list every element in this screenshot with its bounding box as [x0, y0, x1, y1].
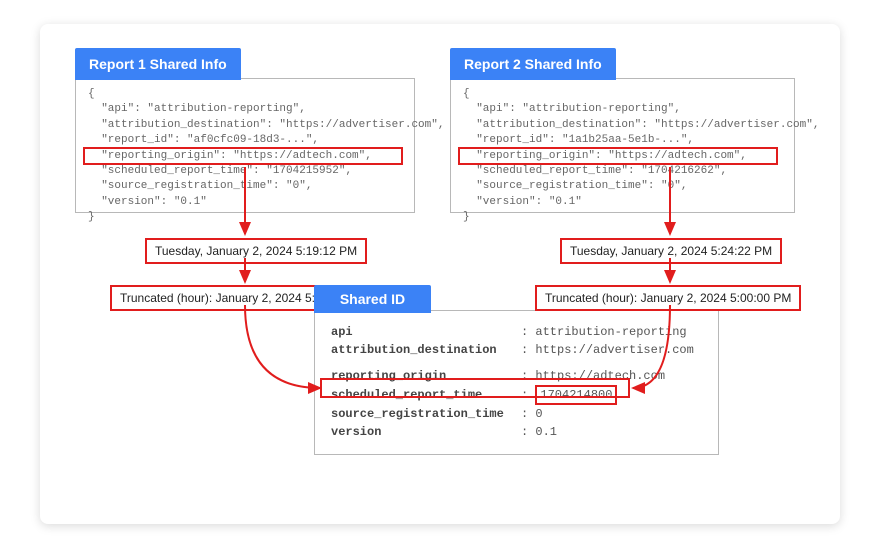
- report2-highlight: [458, 147, 778, 165]
- code-line: }: [88, 211, 95, 223]
- code-line: "source_registration_time": "0",: [88, 180, 312, 192]
- code-line: "report_id": "1a1b25aa-5e1b-...",: [463, 134, 694, 146]
- code-line: "attribution_destination": "https://adve…: [463, 119, 819, 131]
- code-line: "api": "attribution-reporting",: [463, 103, 681, 115]
- code-line: "api": "attribution-reporting",: [88, 103, 306, 115]
- report1-datetime: Tuesday, January 2, 2024 5:19:12 PM: [145, 238, 367, 264]
- shared-val: 0: [535, 407, 542, 421]
- code-line: {: [88, 88, 95, 100]
- code-line: "scheduled_report_time": "1704215952",: [88, 165, 352, 177]
- colon: :: [521, 325, 528, 339]
- shared-key: version: [331, 423, 521, 441]
- code-line: "version": "0.1": [463, 196, 582, 208]
- shared-key: api: [331, 323, 521, 341]
- report2-truncated: Truncated (hour): January 2, 2024 5:00:0…: [535, 285, 801, 311]
- code-line: "report_id": "af0cfc09-18d3-...",: [88, 134, 319, 146]
- shared-tab: Shared ID: [314, 285, 431, 313]
- report2-datetime: Tuesday, January 2, 2024 5:24:22 PM: [560, 238, 782, 264]
- colon: :: [521, 425, 528, 439]
- code-line: "attribution_destination": "https://adve…: [88, 119, 444, 131]
- code-line: "scheduled_report_time": "1704216262",: [463, 165, 727, 177]
- shared-val: https://advertiser.com: [535, 343, 693, 357]
- shared-val: attribution-reporting: [535, 325, 686, 339]
- report2-code: { "api": "attribution-reporting", "attri…: [450, 78, 795, 213]
- report2-tab: Report 2 Shared Info: [450, 48, 616, 80]
- shared-key: attribution_destination: [331, 341, 521, 359]
- report1-code: { "api": "attribution-reporting", "attri…: [75, 78, 415, 213]
- code-line: }: [463, 211, 470, 223]
- shared-val: 0.1: [535, 425, 557, 439]
- shared-row-highlight: [320, 378, 630, 398]
- colon: :: [521, 343, 528, 357]
- code-line: "version": "0.1": [88, 196, 207, 208]
- report1-highlight: [83, 147, 403, 165]
- colon: :: [521, 407, 528, 421]
- code-line: "source_registration_time": "0",: [463, 180, 687, 192]
- shared-key: source_registration_time: [331, 405, 521, 423]
- report1-tab: Report 1 Shared Info: [75, 48, 241, 80]
- code-line: {: [463, 88, 470, 100]
